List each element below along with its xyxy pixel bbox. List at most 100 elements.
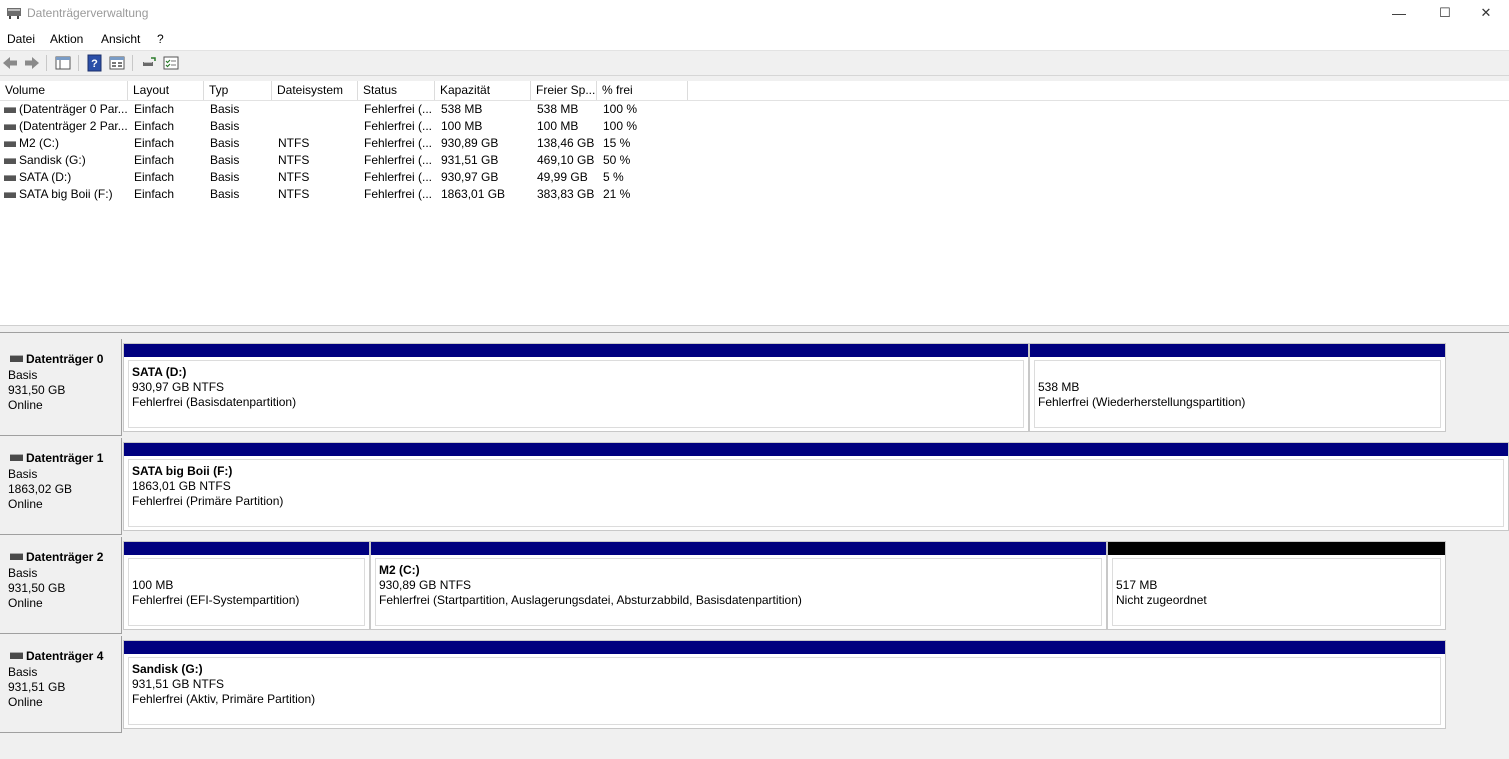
forward-arrow-icon[interactable] (23, 54, 41, 72)
cell-capacity: 100 MB (441, 119, 483, 133)
cell-filesystem: NTFS (278, 187, 310, 201)
disk-type: Basis (8, 467, 38, 481)
cell-status: Fehlerfrei (... (364, 187, 433, 201)
partition-size: 930,89 GB NTFS (379, 578, 472, 592)
disk-0-info[interactable]: Datenträger 0 Basis 931,50 GB Online (0, 339, 122, 436)
cell-status: Fehlerfrei (... (364, 102, 433, 116)
column-free-space[interactable]: Freier Sp... (531, 81, 597, 100)
disk-icon (10, 652, 23, 659)
column-status[interactable]: Status (358, 81, 435, 100)
connect-disk-icon[interactable] (140, 54, 158, 72)
cell-volume: M2 (C:) (19, 136, 59, 150)
column-capacity[interactable]: Kapazität (435, 81, 531, 100)
cell-capacity: 930,89 GB (441, 136, 499, 150)
disk-state: Online (8, 596, 43, 610)
close-button[interactable]: ✕ (1463, 0, 1509, 28)
column-type[interactable]: Typ (204, 81, 272, 100)
table-row[interactable]: (Datenträger 2 Par... Einfach Basis Fehl… (0, 118, 700, 135)
partition-body: 538 MB Fehlerfrei (Wiederherstellungspar… (1034, 360, 1441, 428)
disk-4-info[interactable]: Datenträger 4 Basis 931,51 GB Online (0, 636, 122, 733)
menu-action[interactable]: Aktion (50, 32, 83, 46)
cell-type: Basis (210, 187, 240, 201)
title-bar: Datenträgerverwaltung — ☐ ✕ (0, 0, 1509, 28)
disk-1-info[interactable]: Datenträger 1 Basis 1863,02 GB Online (0, 438, 122, 535)
toolbar-separator (78, 55, 79, 71)
cell-free-space: 538 MB (537, 102, 579, 116)
table-row[interactable]: (Datenträger 0 Par... Einfach Basis Fehl… (0, 101, 700, 118)
cell-volume: (Datenträger 2 Par... (19, 119, 127, 133)
table-row[interactable]: SATA (D:) Einfach Basis NTFS Fehlerfrei … (0, 169, 700, 186)
partition-title: SATA big Boii (F:) (132, 464, 233, 478)
partition-m2-c[interactable]: M2 (C:) 930,89 GB NTFS Fehlerfrei (Start… (370, 541, 1107, 630)
partition-bar (124, 344, 1028, 357)
partition-status: Nicht zugeordnet (1116, 593, 1207, 607)
menu-view[interactable]: Ansicht (101, 32, 140, 46)
volume-icon (4, 158, 16, 164)
cell-filesystem: NTFS (278, 136, 310, 150)
toolbar-separator (46, 55, 47, 71)
partition-status: Fehlerfrei (Primäre Partition) (132, 494, 284, 508)
partition-status: Fehlerfrei (Wiederherstellungspartition) (1038, 395, 1246, 409)
table-row[interactable]: M2 (C:) Einfach Basis NTFS Fehlerfrei (.… (0, 135, 700, 152)
minimize-button[interactable]: — (1376, 0, 1422, 28)
back-arrow-icon[interactable] (1, 54, 19, 72)
cell-layout: Einfach (134, 170, 175, 184)
properties-icon[interactable] (108, 54, 126, 72)
partition-sandisk-g[interactable]: Sandisk (G:) 931,51 GB NTFS Fehlerfrei (… (123, 640, 1446, 729)
volume-icon (4, 192, 16, 198)
disk-2-info[interactable]: Datenträger 2 Basis 931,50 GB Online (0, 537, 122, 634)
cell-percent-free: 50 % (603, 153, 631, 167)
disk-management-app-icon (7, 8, 21, 19)
cell-type: Basis (210, 170, 240, 184)
volume-list-header: Volume Layout Typ Dateisystem Status Kap… (0, 81, 1509, 101)
cell-layout: Einfach (134, 187, 175, 201)
disk-size: 931,51 GB (8, 680, 66, 694)
partition-body: M2 (C:) 930,89 GB NTFS Fehlerfrei (Start… (375, 558, 1102, 626)
checklist-icon[interactable] (162, 54, 180, 72)
disk-name: Datenträger 0 (26, 352, 104, 366)
cell-type: Basis (210, 153, 240, 167)
cell-free-space: 49,99 GB (537, 170, 588, 184)
cell-type: Basis (210, 136, 240, 150)
column-filesystem[interactable]: Dateisystem (272, 81, 358, 100)
partition-efi[interactable]: 100 MB Fehlerfrei (EFI-Systempartition) (123, 541, 370, 630)
partition-status: Fehlerfrei (Basisdatenpartition) (132, 395, 297, 409)
disk-icon (10, 355, 23, 362)
column-percent-free[interactable]: % frei (597, 81, 688, 100)
cell-type: Basis (210, 119, 240, 133)
partition-body: SATA big Boii (F:) 1863,01 GB NTFS Fehle… (128, 459, 1504, 527)
cell-free-space: 138,46 GB (537, 136, 595, 150)
partition-body: Sandisk (G:) 931,51 GB NTFS Fehlerfrei (… (128, 657, 1441, 725)
disk-size: 1863,02 GB (8, 482, 73, 496)
table-row[interactable]: Sandisk (G:) Einfach Basis NTFS Fehlerfr… (0, 152, 700, 169)
maximize-button[interactable]: ☐ (1422, 0, 1468, 28)
partition-bar (124, 641, 1445, 654)
partition-title: SATA (D:) (132, 365, 187, 379)
partition-size: 517 MB (1116, 578, 1158, 592)
table-row[interactable]: SATA big Boii (F:) Einfach Basis NTFS Fe… (0, 186, 700, 203)
cell-volume: SATA (D:) (19, 170, 72, 184)
cell-filesystem: NTFS (278, 153, 310, 167)
pane-splitter[interactable] (0, 325, 1509, 333)
cell-status: Fehlerfrei (... (364, 170, 433, 184)
volume-icon (4, 141, 16, 147)
toolbar: ? (0, 51, 1509, 76)
volume-list: Volume Layout Typ Dateisystem Status Kap… (0, 81, 1509, 325)
partition-recovery[interactable]: 538 MB Fehlerfrei (Wiederherstellungspar… (1029, 343, 1446, 432)
menu-file[interactable]: Datei (7, 32, 35, 46)
partition-sata-d[interactable]: SATA (D:) 930,97 GB NTFS Fehlerfrei (Bas… (123, 343, 1029, 432)
column-volume[interactable]: Volume (0, 81, 128, 100)
cell-percent-free: 100 % (603, 102, 638, 116)
console-tree-icon[interactable] (54, 54, 72, 72)
disk-state: Online (8, 398, 43, 412)
partition-bar (124, 542, 369, 555)
partition-sata-big-boii-f[interactable]: SATA big Boii (F:) 1863,01 GB NTFS Fehle… (123, 442, 1509, 531)
menu-help[interactable]: ? (157, 32, 164, 46)
cell-volume: SATA big Boii (F:) (19, 187, 113, 201)
help-icon[interactable]: ? (86, 54, 104, 72)
partition-unallocated[interactable]: 517 MB Nicht zugeordnet (1107, 541, 1446, 630)
column-layout[interactable]: Layout (128, 81, 204, 100)
disk-type: Basis (8, 566, 38, 580)
disk-size: 931,50 GB (8, 383, 66, 397)
cell-capacity: 1863,01 GB (441, 187, 506, 201)
